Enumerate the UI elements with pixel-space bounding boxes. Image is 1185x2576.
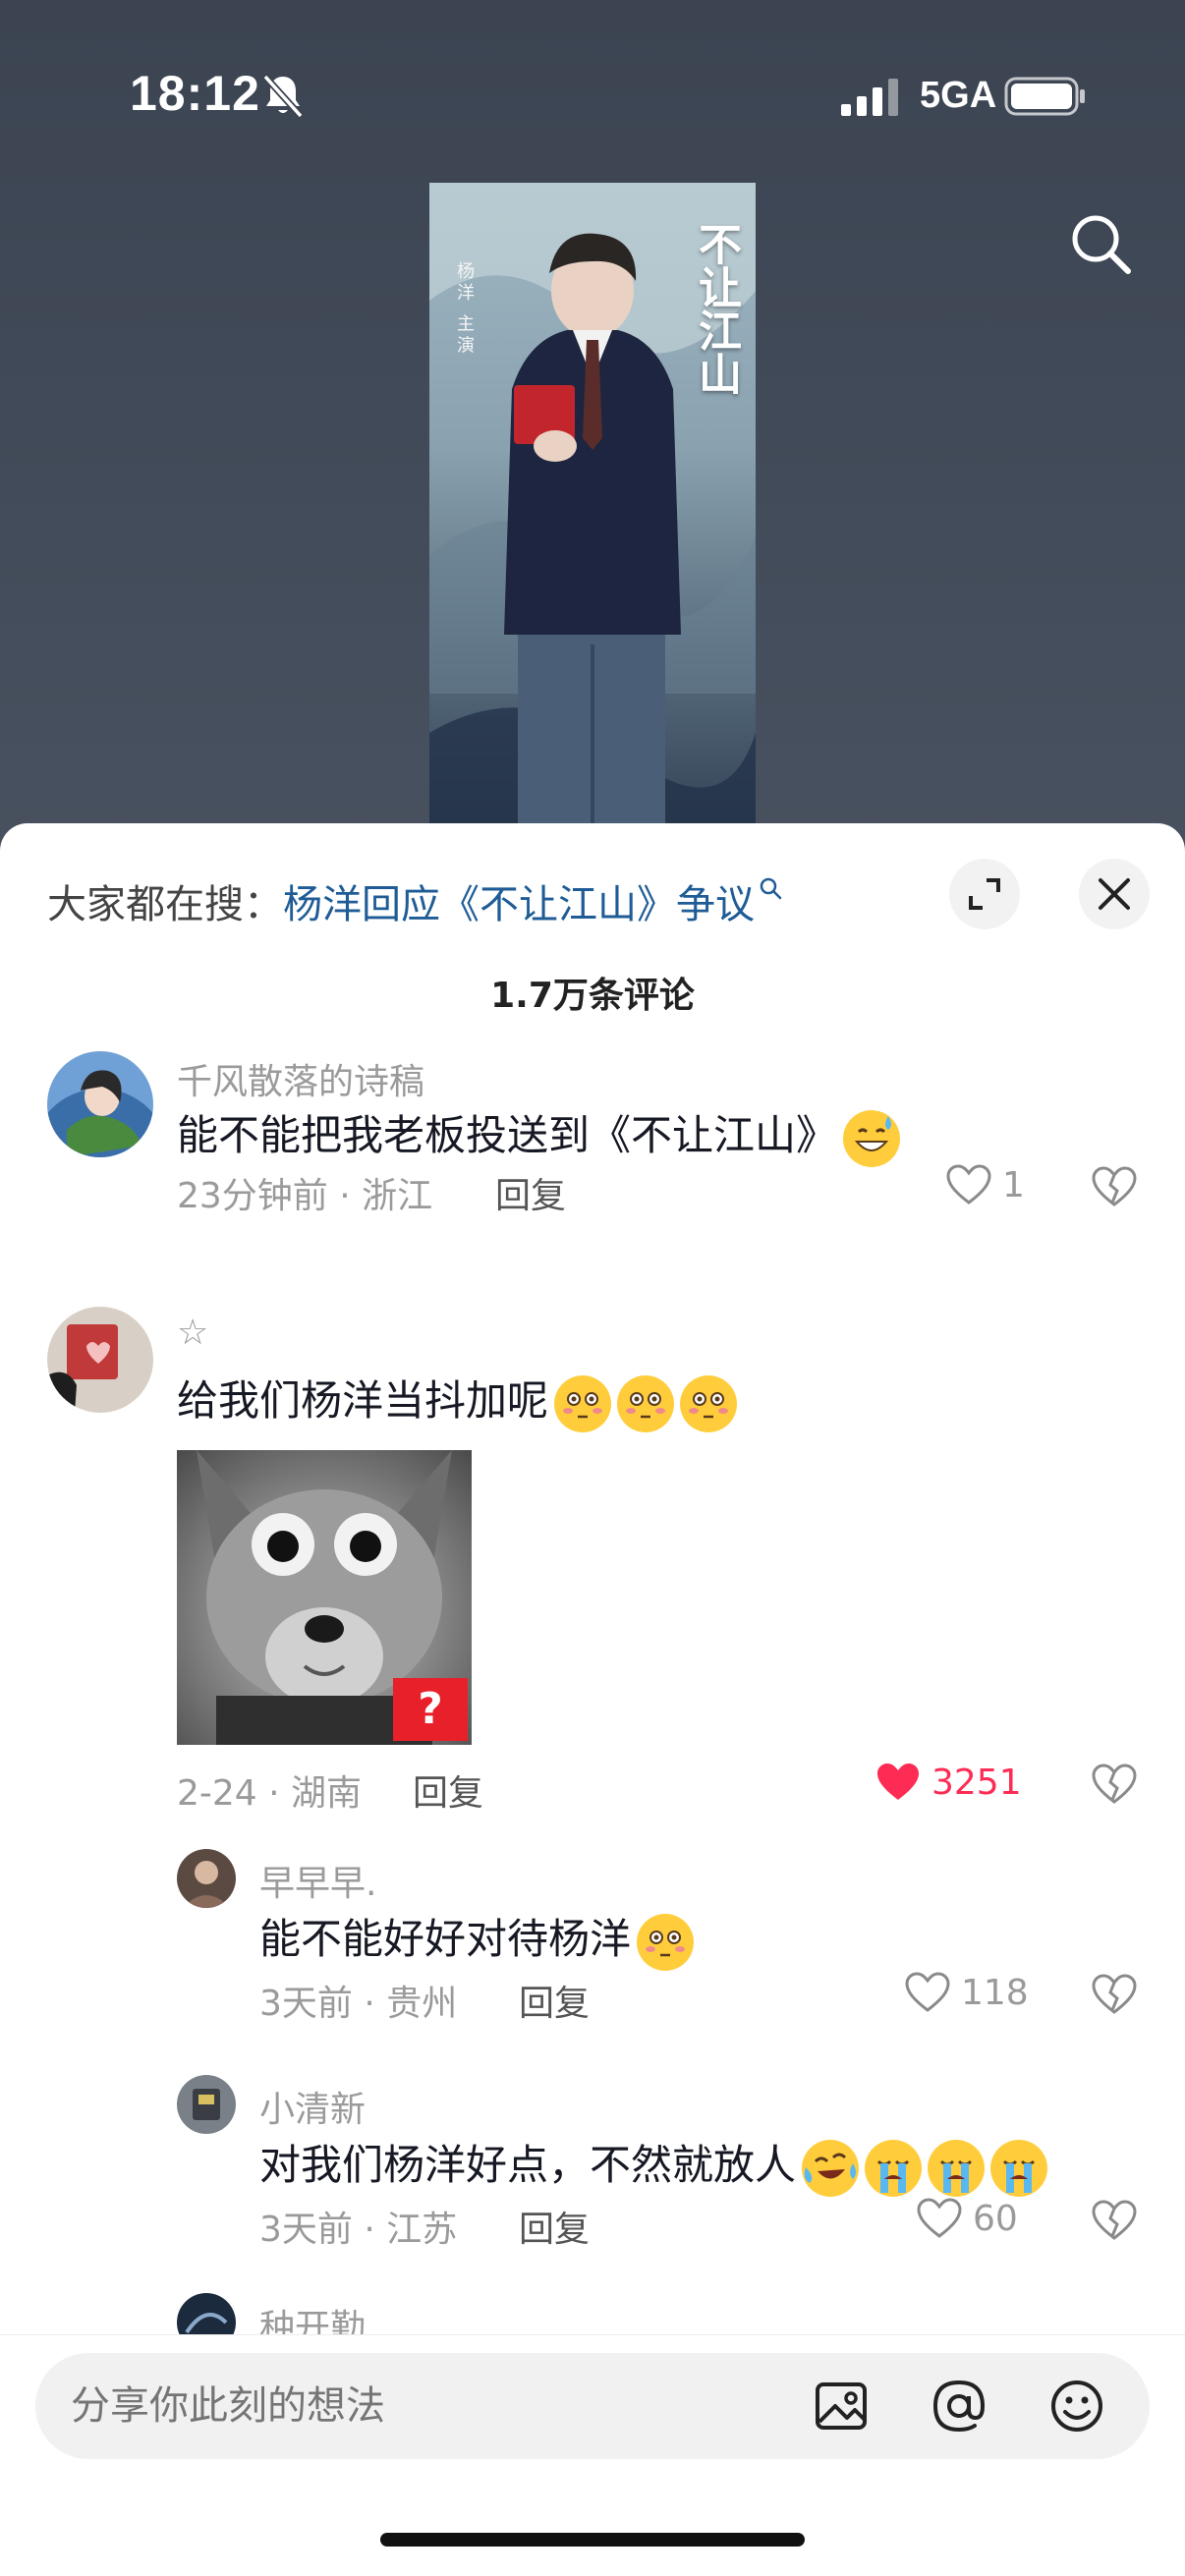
comment-count: 1.7万条评论	[490, 976, 695, 1016]
comment-text-body: 能不能把我老板投送到《不让江山》	[177, 1111, 838, 1159]
comment-time: 3天前	[259, 2210, 353, 2250]
broken-heart-icon[interactable]	[1091, 1165, 1138, 1208]
like-count: 60	[973, 2198, 1018, 2239]
reply-button[interactable]: 回复	[413, 1764, 483, 1816]
heart-filled-icon	[877, 1764, 919, 1800]
comment-time: 2-24	[177, 1773, 257, 1814]
search-icon[interactable]	[1065, 208, 1136, 279]
signal-icon	[841, 79, 898, 116]
emoji-icon[interactable]	[1047, 2377, 1106, 2436]
flushed-emoji	[617, 1374, 675, 1432]
broken-heart-icon[interactable]	[1091, 2199, 1138, 2242]
close-button[interactable]	[1079, 859, 1150, 929]
heart-icon	[917, 2198, 962, 2238]
flushed-emoji	[554, 1374, 612, 1432]
poster-title: 不让江山	[691, 222, 741, 395]
comment-item: ☆ 给我们杨洋当抖加呢 ? 2-24 · 湖南 回复 3251 早早早. 能不能…	[0, 1307, 1185, 2342]
avatar[interactable]	[47, 1307, 153, 1413]
reply-item: 小清新 对我们杨洋好点，不然就放人 3天前 · 江苏 回复 60	[0, 2075, 1185, 2271]
comment-text-body: 给我们杨洋当抖加呢	[177, 1376, 549, 1425]
image-badge: ?	[393, 1678, 468, 1741]
reply-button[interactable]: 回复	[519, 2201, 590, 2252]
comment-text: 给我们杨洋当抖加呢	[177, 1368, 738, 1432]
comment-text: 对我们杨洋好点，不然就放人	[259, 2132, 1048, 2197]
commenter-name[interactable]: 小清新	[259, 2081, 366, 2132]
avatar[interactable]	[47, 1051, 153, 1157]
video-poster[interactable]: 不让江山 杨洋 主演	[429, 183, 756, 845]
like-count: 3251	[931, 1762, 1022, 1803]
broken-heart-icon[interactable]	[1091, 1763, 1138, 1806]
comment-location: 贵州	[386, 1984, 458, 2024]
comment-image[interactable]: ?	[177, 1450, 472, 1745]
heart-icon	[946, 1164, 991, 1204]
close-icon	[1099, 878, 1130, 910]
comment-time: 3天前	[259, 1984, 353, 2024]
expand-icon	[969, 878, 1000, 910]
reply-button[interactable]: 回复	[495, 1167, 566, 1218]
comment-location: 江苏	[386, 2210, 458, 2250]
comment-text-body: 对我们杨洋好点，不然就放人	[259, 2141, 797, 2189]
like-button[interactable]: 1	[945, 1163, 1025, 1206]
reply-item: 早早早. 能不能好好对待杨洋 3天前 · 贵州 回复 118	[0, 1849, 1185, 2045]
battery-icon	[1004, 77, 1085, 116]
hot-search-banner[interactable]: 大家都在搜：杨洋回应《不让江山》争议	[47, 872, 784, 929]
comment-meta: 2-24 · 湖南	[177, 1773, 363, 1814]
comment-meta: 23分钟前 · 浙江	[177, 1176, 433, 1216]
image-icon[interactable]	[812, 2377, 871, 2436]
expand-button[interactable]	[949, 859, 1020, 929]
poster-credit: 杨洋 主演	[454, 261, 475, 358]
like-count: 1	[1002, 1164, 1025, 1205]
comment-text: 能不能好好对待杨洋	[259, 1906, 695, 1971]
like-button[interactable]: 3251	[875, 1761, 1022, 1804]
commenter-name[interactable]: ☆	[177, 1313, 208, 1353]
commenter-name[interactable]: 早早早.	[259, 1855, 376, 1906]
avatar[interactable]	[177, 1849, 236, 1908]
flushed-emoji	[680, 1374, 738, 1432]
crying-emoji	[865, 2139, 923, 2197]
flushed-emoji	[637, 1913, 695, 1971]
comment-text-body: 能不能好好对待杨洋	[259, 1915, 632, 1963]
sweat-smile-emoji	[843, 1109, 901, 1167]
network-label: 5GA	[920, 75, 997, 116]
at-icon[interactable]	[930, 2377, 988, 2436]
comment-composer[interactable]	[35, 2353, 1150, 2459]
comment-meta: 3天前 · 贵州	[259, 1984, 458, 2024]
broken-heart-icon[interactable]	[1091, 1973, 1138, 2016]
crying-emoji	[990, 2139, 1048, 2197]
comment-location: 湖南	[291, 1773, 363, 1814]
comment-location: 浙江	[362, 1176, 433, 1216]
like-count: 118	[961, 1972, 1029, 2013]
like-button[interactable]: 118	[904, 1971, 1029, 2014]
hot-search-query[interactable]: 杨洋回应《不让江山》争议	[283, 882, 755, 927]
commenter-name[interactable]: 千风散落的诗稿	[177, 1053, 424, 1104]
avatar[interactable]	[177, 2075, 236, 2134]
comment-text: 能不能把我老板投送到《不让江山》	[177, 1102, 901, 1167]
bell-muted-icon	[262, 74, 304, 119]
status-time: 18:12	[130, 66, 260, 121]
like-button[interactable]: 60	[916, 2197, 1018, 2240]
video-background[interactable]: 18:12 5GA 不让江山 杨洋 主演	[0, 0, 1185, 845]
comments-sheet: 大家都在搜：杨洋回应《不让江山》争议 1.7万条评论 千风散落的诗稿 能不能把我…	[0, 823, 1185, 2576]
home-indicator[interactable]	[380, 2533, 805, 2547]
heart-icon	[905, 1972, 950, 2012]
crying-emoji	[928, 2139, 986, 2197]
comment-item: 千风散落的诗稿 能不能把我老板投送到《不让江山》 23分钟前 · 浙江 回复 1	[0, 1051, 1185, 1216]
comment-meta: 3天前 · 江苏	[259, 2210, 458, 2250]
comment-input[interactable]	[71, 2353, 818, 2459]
rolling-tears-emoji	[802, 2139, 860, 2197]
status-bar: 18:12 5GA	[0, 0, 1185, 196]
search-small-icon	[760, 877, 782, 900]
comment-time: 23分钟前	[177, 1176, 328, 1216]
hot-search-prefix: 大家都在搜：	[47, 882, 283, 927]
reply-button[interactable]: 回复	[519, 1975, 590, 2026]
